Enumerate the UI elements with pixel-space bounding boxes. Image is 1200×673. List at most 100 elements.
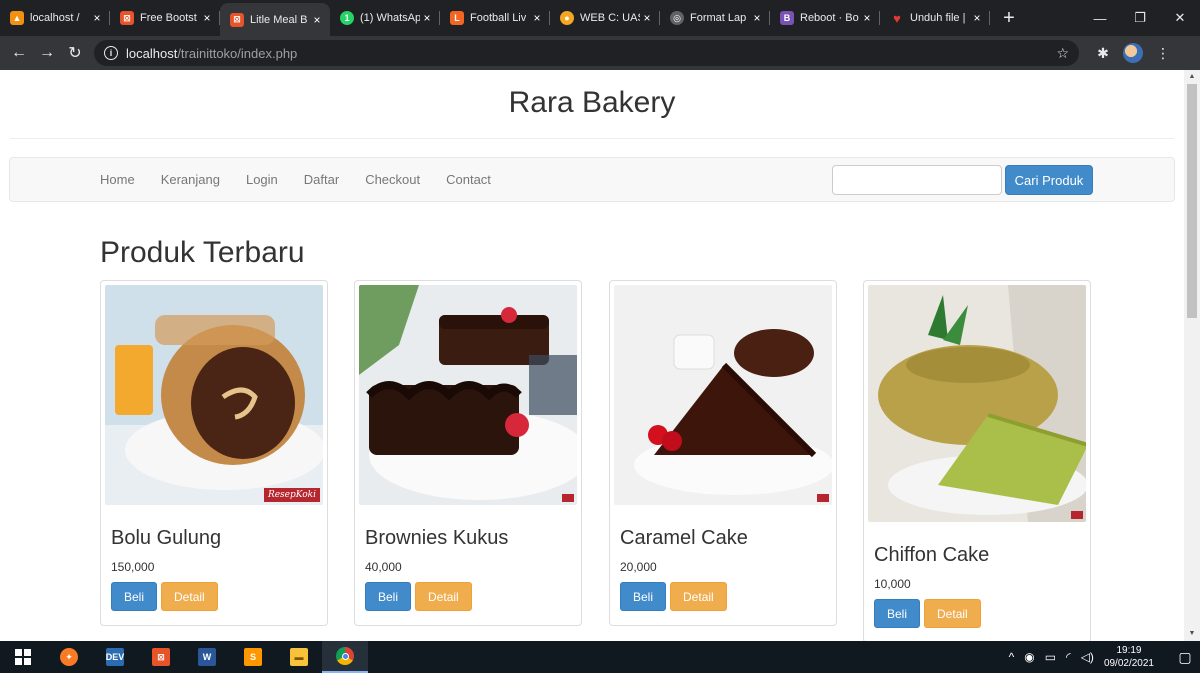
taskbar-app-active[interactable] [322,641,368,673]
taskbar-app[interactable]: ✦ [46,641,92,673]
close-tab-icon[interactable]: × [420,11,434,25]
buy-button[interactable]: Beli [620,582,667,611]
divider [10,138,1174,139]
extensions-area: ✱ ⋮ [1091,41,1181,65]
browser-tab[interactable]: ● WEB C: UAS × [550,3,660,33]
wifi-icon[interactable]: ◜ [1066,650,1071,664]
product-price: 10,000 [874,577,911,591]
browser-tab[interactable]: ◎ Format Lap × [660,3,770,33]
product-card: ResepKoki Bolu Gulung 150,000 Beli Detai… [100,280,328,626]
window-controls: — ❐ ✕ [1080,0,1200,36]
close-window-icon[interactable]: ✕ [1160,0,1200,36]
search-button[interactable]: Cari Produk [1005,165,1093,195]
url-bar[interactable]: i localhost/trainittoko/index.php ☆ [94,40,1079,66]
detail-button[interactable]: Detail [924,599,981,628]
taskbar: ✦ DEV ⊠ W S ▬ ^ ◉ ▭ ◜ ◁) 19:19 09/02/202… [0,641,1200,673]
back-arrow-icon[interactable]: ← [6,40,32,66]
buy-button[interactable]: Beli [874,599,921,628]
heart-icon: ♥ [893,10,901,26]
product-image [868,285,1086,522]
browser-tab[interactable]: ▲ localhost / × [0,3,110,33]
watermark-logo [562,494,574,502]
kebab-menu-icon[interactable]: ⋮ [1151,41,1175,65]
detail-button[interactable]: Detail [161,582,218,611]
volume-icon[interactable]: ◁) [1081,650,1094,664]
product-actions: Beli Detail [365,582,571,611]
minimize-icon[interactable]: — [1080,0,1120,36]
detail-button[interactable]: Detail [415,582,472,611]
browser-toolbar: ← → ↻ i localhost/trainittoko/index.php … [0,36,1200,70]
start-button[interactable] [0,641,46,673]
close-tab-icon[interactable]: × [970,11,984,25]
product-price: 150,000 [111,560,155,574]
nav-link-contact[interactable]: Contact [446,172,491,187]
watermark-logo [817,494,829,502]
close-tab-icon[interactable]: × [200,11,214,25]
record-icon[interactable]: ◉ [1024,650,1034,664]
browser-tab[interactable]: B Reboot · Bo × [770,3,880,33]
scroll-down-icon[interactable]: ▼ [1184,627,1200,641]
reload-icon[interactable]: ↻ [62,40,88,66]
taskbar-app[interactable]: DEV [92,641,138,673]
chevron-up-icon[interactable]: ^ [1009,650,1015,664]
nav-link-keranjang[interactable]: Keranjang [161,172,220,187]
close-tab-icon[interactable]: × [640,11,654,25]
nav-links: Home Keranjang Login Daftar Checkout Con… [100,158,517,201]
product-actions: Beli Detail [111,582,317,611]
clock-date: 09/02/2021 [1103,658,1154,669]
forward-arrow-icon[interactable]: → [34,40,60,66]
product-card: Brownies Kukus 40,000 Beli Detail [354,280,582,626]
buy-button[interactable]: Beli [111,582,158,611]
nav-link-checkout[interactable]: Checkout [365,172,420,187]
taskbar-app[interactable]: ⊠ [138,641,184,673]
product-card: Caramel Cake 20,000 Beli Detail [609,280,837,626]
profile-avatar[interactable] [1121,41,1145,65]
detail-button[interactable]: Detail [670,582,727,611]
restore-icon[interactable]: ❐ [1120,0,1160,36]
product-name: Brownies Kukus [365,527,509,549]
browser-tab[interactable]: ⊠ Free Bootst × [110,3,220,33]
browser-tab[interactable]: 1 (1) WhatsAp × [330,3,440,33]
chrome-icon [336,647,354,665]
product-name: Caramel Cake [620,527,748,549]
close-tab-icon[interactable]: × [530,11,544,25]
search-input[interactable] [832,165,1002,195]
product-caption: Chiffon Cake 10,000 Beli Detail [868,522,1086,638]
football-icon: L [450,11,464,25]
nav-link-home[interactable]: Home [100,172,135,187]
product-price: 40,000 [365,560,402,574]
close-tab-icon[interactable]: × [750,11,764,25]
globe-icon: ◎ [670,11,684,25]
browser-tab-active[interactable]: ⊠ Litle Meal B × [220,3,330,36]
taskbar-app[interactable]: W [184,641,230,673]
nav-link-login[interactable]: Login [246,172,278,187]
scroll-up-icon[interactable]: ▲ [1184,70,1200,84]
browser-tab[interactable]: ♥ Unduh file | × [880,3,990,33]
navbar: Home Keranjang Login Daftar Checkout Con… [9,157,1175,202]
close-tab-icon[interactable]: × [860,11,874,25]
close-tab-icon[interactable]: × [90,11,104,25]
browser-tab[interactable]: L Football Liv × [440,3,550,33]
product-image: ResepKoki [105,285,323,505]
bookmark-star-icon[interactable]: ☆ [1056,45,1069,62]
taskbar-app[interactable]: ▬ [276,641,322,673]
moodle-icon: ● [560,11,574,25]
clock-time: 19:19 [1116,645,1142,656]
template-icon: ⊠ [152,648,170,666]
page-scrollbar[interactable]: ▲ ▼ [1184,70,1200,641]
info-icon[interactable]: i [104,46,118,60]
notification-icon[interactable]: ▢ [1170,649,1200,666]
close-tab-icon[interactable]: × [310,13,324,27]
network-icon[interactable]: ▭ [1045,650,1056,664]
buy-button[interactable]: Beli [365,582,412,611]
word-icon: W [198,648,216,666]
nav-link-daftar[interactable]: Daftar [304,172,339,187]
devcpp-icon: DEV [106,648,124,666]
taskbar-app[interactable]: S [230,641,276,673]
scrollbar-thumb[interactable] [1187,84,1197,318]
extensions-puzzle-icon[interactable]: ✱ [1091,41,1115,65]
new-tab-button[interactable]: + [994,3,1024,33]
system-clock[interactable]: 19:19 09/02/2021 [1104,644,1154,670]
watermark-logo [1071,511,1083,519]
product-image [359,285,577,505]
